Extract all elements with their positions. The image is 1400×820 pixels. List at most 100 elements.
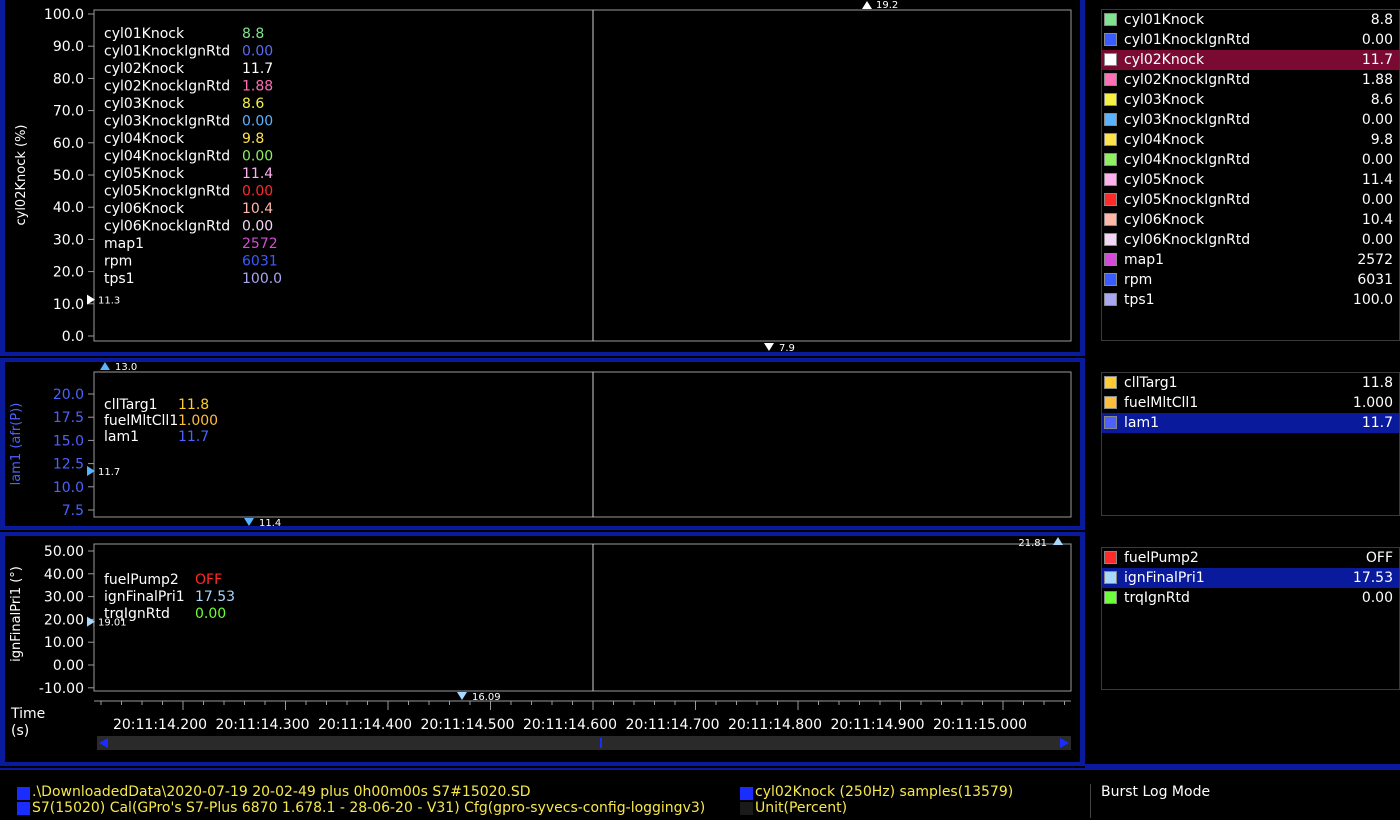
color-swatch[interactable] bbox=[1104, 153, 1117, 166]
calibration-info: S7(15020) Cal(GPro's S7-Plus 6870 1.678.… bbox=[32, 800, 706, 816]
legend-channel-value: 11.4 bbox=[1361, 172, 1393, 188]
legend-channel-name: cyl02KnockIgnRtd bbox=[1124, 72, 1251, 88]
y-tick-label: 30.0 bbox=[53, 232, 84, 248]
color-swatch[interactable] bbox=[1104, 591, 1117, 604]
legend-channel-name: cyl03KnockIgnRtd bbox=[1124, 112, 1251, 128]
color-swatch[interactable] bbox=[1104, 133, 1117, 146]
legend-row-fuelPump2[interactable]: fuelPump2 OFF bbox=[1102, 548, 1399, 568]
plot-area[interactable] bbox=[93, 371, 1072, 518]
scroll-left-arrow[interactable] bbox=[99, 738, 108, 748]
color-swatch[interactable] bbox=[1104, 376, 1117, 389]
min-marker-label: 7.9 bbox=[779, 343, 795, 352]
unit-info: Unit(Percent) bbox=[755, 800, 848, 816]
y-tick-label: 17.5 bbox=[53, 410, 84, 426]
channel-icon bbox=[740, 787, 753, 800]
color-swatch[interactable] bbox=[1104, 253, 1117, 266]
legend-row-lam1[interactable]: lam1 11.7 bbox=[1102, 413, 1399, 433]
legend-channel-name: cyl05Knock bbox=[1124, 172, 1205, 188]
legend-row-cyl06Knock[interactable]: cyl06Knock 10.4 bbox=[1102, 210, 1399, 230]
legend-row-tps1[interactable]: tps1 100.0 bbox=[1102, 290, 1399, 310]
ignition-chart[interactable]: ignFinalPri1 (°) Time (s) 50.00 40.00 30.0… bbox=[5, 536, 1080, 762]
overlay-channel-value: 0.00 bbox=[242, 44, 273, 60]
scroll-thumb[interactable] bbox=[600, 738, 602, 748]
min-marker-label: 11.4 bbox=[259, 518, 281, 526]
color-swatch[interactable] bbox=[1104, 416, 1117, 429]
overlay-channel-name: cyl02Knock bbox=[104, 61, 185, 77]
color-swatch[interactable] bbox=[1104, 273, 1117, 286]
legend-row-cyl06KnockIgnRtd[interactable]: cyl06KnockIgnRtd 0.00 bbox=[1102, 230, 1399, 250]
color-swatch[interactable] bbox=[1104, 173, 1117, 186]
legend-channel-name: map1 bbox=[1124, 252, 1165, 268]
knock-chart-panel: cyl02Knock (%) 100.0 90.0 80.0 70.0 60.0 50.0… bbox=[5, 0, 1080, 352]
y-tick-label: 20.00 bbox=[44, 612, 84, 628]
color-swatch[interactable] bbox=[1104, 193, 1117, 206]
overlay-channel-name: cyl06Knock bbox=[104, 201, 185, 217]
legend-row-cyl05KnockIgnRtd[interactable]: cyl05KnockIgnRtd 0.00 bbox=[1102, 190, 1399, 210]
color-swatch[interactable] bbox=[1104, 293, 1117, 306]
legend-channel-name: lam1 bbox=[1124, 415, 1160, 431]
y-tick-label: 40.00 bbox=[44, 567, 84, 583]
legend-row-trqIgnRtd[interactable]: trqIgnRtd 0.00 bbox=[1102, 588, 1399, 608]
legend-channel-value: 0.00 bbox=[1361, 152, 1393, 168]
y-tick-label: 20.0 bbox=[53, 387, 84, 403]
legend-channel-name: fuelPump2 bbox=[1124, 550, 1199, 566]
overlay-channel-value: 0.00 bbox=[242, 149, 273, 165]
legend-row-cyl04Knock[interactable]: cyl04Knock 9.8 bbox=[1102, 130, 1399, 150]
color-swatch[interactable] bbox=[1104, 13, 1117, 26]
legend-row-fuelMltCll1[interactable]: fuelMltCll1 1.000 bbox=[1102, 393, 1399, 413]
color-swatch[interactable] bbox=[1104, 93, 1117, 106]
min-marker bbox=[244, 518, 254, 526]
legend-channel-value: 2572 bbox=[1357, 252, 1393, 268]
legend-row-rpm[interactable]: rpm 6031 bbox=[1102, 270, 1399, 290]
color-swatch[interactable] bbox=[1104, 396, 1117, 409]
legend-channel-value: 0.00 bbox=[1361, 590, 1393, 606]
time-tick-label: 20:11:14.400 bbox=[318, 717, 412, 733]
legend-row-cyl02KnockIgnRtd[interactable]: cyl02KnockIgnRtd 1.88 bbox=[1102, 70, 1399, 90]
color-swatch[interactable] bbox=[1104, 213, 1117, 226]
overlay-channel-value: 1.88 bbox=[242, 79, 273, 95]
legend-channel-value: 17.53 bbox=[1352, 570, 1393, 586]
lambda-chart-panel: lam1 (afr(P)) 20.0 17.5 15.0 12.5 10.0 7.5 cll… bbox=[5, 362, 1080, 526]
color-swatch[interactable] bbox=[1104, 33, 1117, 46]
legend-row-cyl03KnockIgnRtd[interactable]: cyl03KnockIgnRtd 0.00 bbox=[1102, 110, 1399, 130]
legend-row-cyl03Knock[interactable]: cyl03Knock 8.6 bbox=[1102, 90, 1399, 110]
overlay-channel-value: OFF bbox=[195, 572, 222, 588]
overlay-channel-value: 0.00 bbox=[242, 184, 273, 200]
knock-chart[interactable]: cyl02Knock (%) 100.0 90.0 80.0 70.0 60.0 50.0… bbox=[5, 0, 1080, 352]
color-swatch[interactable] bbox=[1104, 571, 1117, 584]
legend-row-cyl05Knock[interactable]: cyl05Knock 11.4 bbox=[1102, 170, 1399, 190]
scroll-right-arrow[interactable] bbox=[1060, 738, 1069, 748]
overlay-channel-value: 11.8 bbox=[178, 397, 209, 413]
legend-row-cyl04KnockIgnRtd[interactable]: cyl04KnockIgnRtd 0.00 bbox=[1102, 150, 1399, 170]
unit-icon bbox=[740, 802, 753, 815]
time-tick-label: 20:11:14.700 bbox=[625, 717, 719, 733]
legend-channel-name: tps1 bbox=[1124, 292, 1155, 308]
legend-channel-name: cyl04KnockIgnRtd bbox=[1124, 152, 1251, 168]
y-tick-label: 10.0 bbox=[53, 480, 84, 496]
legend-row-cyl01KnockIgnRtd[interactable]: cyl01KnockIgnRtd 0.00 bbox=[1102, 30, 1399, 50]
plot-area[interactable] bbox=[93, 543, 1072, 692]
status-bar: .\DownloadedData\2020-07-19 20-02-49 plu… bbox=[0, 768, 1400, 820]
color-swatch[interactable] bbox=[1104, 73, 1117, 86]
lambda-chart[interactable]: lam1 (afr(P)) 20.0 17.5 15.0 12.5 10.0 7.5 cll… bbox=[5, 362, 1080, 526]
y-tick-label: 7.5 bbox=[62, 503, 84, 519]
legend-row-map1[interactable]: map1 2572 bbox=[1102, 250, 1399, 270]
color-swatch[interactable] bbox=[1104, 53, 1117, 66]
legend-row-cyl02Knock[interactable]: cyl02Knock 11.7 bbox=[1102, 50, 1399, 70]
overlay-channel-name: cyl05Knock bbox=[104, 166, 185, 182]
y-tick-label: 12.5 bbox=[53, 457, 84, 473]
color-swatch[interactable] bbox=[1104, 233, 1117, 246]
color-swatch[interactable] bbox=[1104, 551, 1117, 564]
legend-channel-value: 0.00 bbox=[1361, 232, 1393, 248]
y-axis-label: cyl02Knock (%) bbox=[14, 124, 29, 225]
legend-row-ignFinalPri1[interactable]: ignFinalPri1 17.53 bbox=[1102, 568, 1399, 588]
ignition-chart-panel: ignFinalPri1 (°) Time (s) 50.00 40.00 30.0… bbox=[5, 536, 1080, 762]
color-swatch[interactable] bbox=[1104, 113, 1117, 126]
legend-row-cllTarg1[interactable]: cllTarg1 11.8 bbox=[1102, 373, 1399, 393]
time-tick-label: 20:11:14.500 bbox=[420, 717, 514, 733]
legend-row-cyl01Knock[interactable]: cyl01Knock 8.8 bbox=[1102, 10, 1399, 30]
plot-area[interactable] bbox=[93, 9, 1072, 342]
y-tick-label: 10.0 bbox=[53, 297, 84, 313]
overlay-channel-name: cyl06KnockIgnRtd bbox=[104, 219, 230, 235]
horizontal-scrollbar[interactable] bbox=[97, 736, 1071, 750]
